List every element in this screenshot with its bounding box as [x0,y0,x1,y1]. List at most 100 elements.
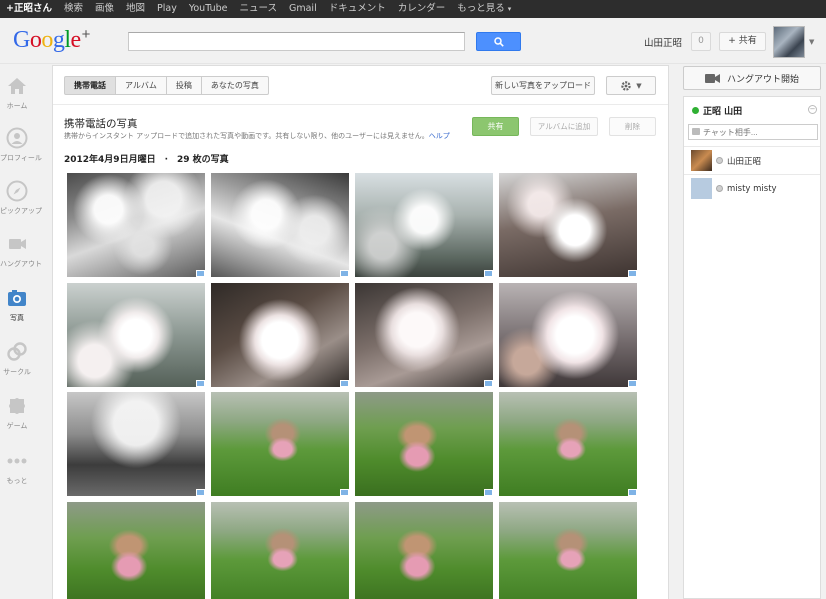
select-photo-icon[interactable] [340,270,349,277]
topbar-more-link[interactable]: もっと見る ▾ [451,0,517,18]
google-plus-logo[interactable]: Google+ [13,26,91,54]
help-link[interactable]: ヘルプ [429,132,450,140]
delete-button[interactable]: 削除 [609,117,656,136]
nav-item-photos[interactable]: 写真 [0,287,34,339]
tab-posts[interactable]: 投稿 [166,76,202,95]
header-user-name[interactable]: 山田正昭 [644,35,682,49]
select-photo-icon[interactable] [628,489,637,496]
chat-search-input[interactable] [688,124,818,140]
google-top-bar: +正昭さん 検索 画像 地図 Play YouTube ニュース Gmail ド… [0,0,826,18]
nav-label-profile: プロフィール [0,154,42,162]
select-photo-icon[interactable] [340,380,349,387]
date-header: 2012年4月9日月曜日 · 29 枚の写真 [64,155,229,165]
start-hangout-button[interactable]: ハングアウト開始 [683,66,821,90]
logo-plus: + [81,26,91,43]
select-photo-icon[interactable] [628,270,637,277]
notification-count[interactable]: 0 [691,32,711,51]
nav-item-more[interactable]: もっと [0,450,34,502]
photo-thumbnail[interactable] [499,392,637,496]
topbar-images-link[interactable]: 画像 [89,0,120,18]
nav-item-hangouts[interactable]: ハングアウト [0,233,42,285]
photo-thumbnail[interactable] [355,283,493,387]
chat-contact[interactable]: misty misty [684,174,820,202]
avatar[interactable] [773,26,805,58]
hangout-camera-icon [704,73,720,83]
add-to-album-button[interactable]: アルバムに追加 [530,117,598,136]
section-title: 携帯電話の写真 [64,118,138,130]
online-status-icon [692,107,699,114]
topbar-gmail-link[interactable]: Gmail [283,0,323,18]
photo-thumbnail[interactable] [355,173,493,277]
logo-text: Google [13,27,81,53]
photo-thumbnail[interactable] [211,173,349,277]
tab-phone[interactable]: 携帯電話 [64,76,116,95]
nav-item-profile[interactable]: プロフィール [0,127,42,179]
puzzle-icon [9,398,25,414]
topbar-calendar-link[interactable]: カレンダー [392,0,452,18]
select-photo-icon[interactable] [484,380,493,387]
chevron-down-icon: ▾ [507,5,512,13]
nav-label-games: ゲーム [6,422,28,430]
photo-thumbnail[interactable] [355,502,493,599]
nav-item-home[interactable]: ホーム [0,75,34,127]
header-divider [53,104,668,105]
upload-photos-button[interactable]: 新しい写真をアップロード [491,76,595,95]
chat-collapse-icon[interactable]: − [808,105,817,114]
select-photo-icon[interactable] [484,270,493,277]
select-photo-icon[interactable] [484,489,493,496]
topbar-search-link[interactable]: 検索 [58,0,89,18]
nav-item-games[interactable]: ゲーム [0,395,34,447]
photos-main-panel: 携帯電話 アルバム 投稿 あなたの写真 新しい写真をアップロード ▼ 携帯電話の… [52,65,669,599]
nav-label-photos: 写真 [10,314,24,322]
topbar-profile-link[interactable]: +正昭さん [0,0,58,18]
photo-thumbnail[interactable] [211,283,349,387]
header: Google+ 山田正昭 0 + 共有 ▼ [0,18,826,64]
topbar-docs-link[interactable]: ドキュメント [323,0,392,18]
tab-albums[interactable]: アルバム [116,76,167,95]
photo-thumbnail[interactable] [355,392,493,496]
search-input[interactable] [128,32,465,51]
nav-item-explore[interactable]: ピックアップ [0,180,42,232]
photo-thumbnail[interactable] [67,392,205,496]
select-photo-icon[interactable] [196,489,205,496]
chat-self-status[interactable]: 正昭 山田 [692,104,742,117]
search-icon [493,36,504,47]
photo-thumbnail[interactable] [67,283,205,387]
tab-your-photos[interactable]: あなたの写真 [201,76,269,95]
photo-thumbnail[interactable] [211,392,349,496]
chat-bubble-icon [692,128,700,135]
photo-thumbnail[interactable] [499,283,637,387]
header-share-button[interactable]: + 共有 [719,32,766,51]
contact-avatar [691,178,712,199]
nav-label-circles: サークル [3,368,31,376]
select-photo-icon[interactable] [196,380,205,387]
topbar-play-link[interactable]: Play [151,0,183,18]
search-button[interactable] [476,32,521,51]
section-description-text: 携帯からインスタント アップロードで追加された写真や動画です。共有しない限り、他… [64,132,429,140]
offline-status-icon [716,185,723,192]
hangout-icon [9,239,26,249]
nav-label-more: もっと [6,477,28,485]
photo-thumbnail[interactable] [499,173,637,277]
photo-thumbnail[interactable] [67,173,205,277]
topbar-youtube-link[interactable]: YouTube [183,0,234,18]
select-photo-icon[interactable] [340,489,349,496]
profile-icon [6,127,28,149]
topbar-news-link[interactable]: ニュース [233,0,283,18]
photo-thumbnail[interactable] [499,502,637,599]
settings-button[interactable]: ▼ [606,76,656,95]
chat-panel: 正昭 山田 − 山田正昭 misty misty [683,96,821,599]
topbar-maps-link[interactable]: 地図 [120,0,151,18]
contact-name: misty misty [727,183,777,194]
account-chevron-down-icon[interactable]: ▼ [809,38,814,46]
offline-status-icon [716,157,723,164]
nav-item-circles[interactable]: サークル [0,341,34,393]
chat-contact[interactable]: 山田正昭 [684,146,820,174]
select-photo-icon[interactable] [196,270,205,277]
photo-thumbnail[interactable] [67,502,205,599]
select-photo-icon[interactable] [628,380,637,387]
topbar-more-label: もっと見る [457,3,505,14]
nav-label-hangouts: ハングアウト [0,260,42,268]
share-button[interactable]: 共有 [472,117,519,136]
photo-thumbnail[interactable] [211,502,349,599]
